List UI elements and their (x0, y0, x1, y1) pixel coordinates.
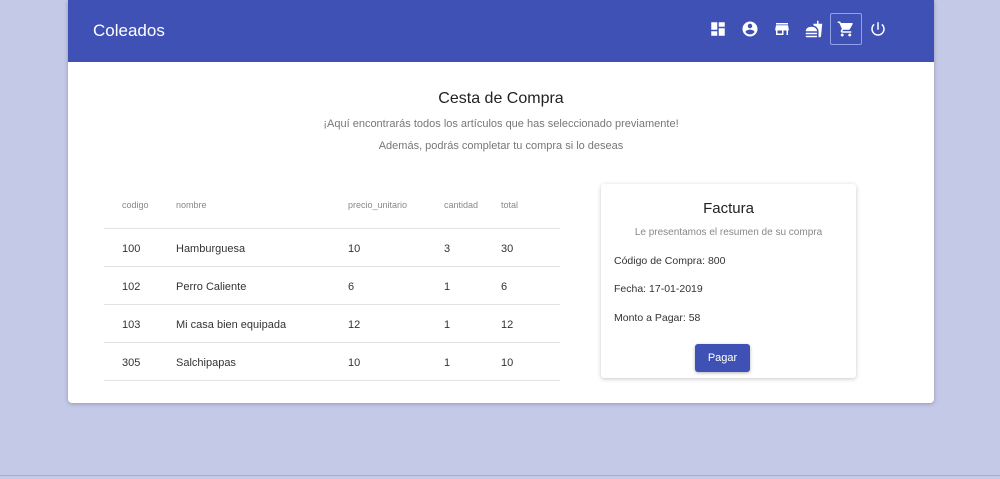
main-card: Coleados Cesta de Compra ¡Aquí encontrar… (68, 0, 934, 403)
page-subtitle: ¡Aquí encontrarás todos los artículos qu… (323, 118, 679, 130)
cell-precio: 10 (348, 243, 361, 255)
column-header-precio: precio_unitario (348, 200, 408, 210)
cell-codigo: 102 (122, 281, 141, 293)
cell-codigo: 100 (122, 243, 141, 255)
dashboard-icon[interactable] (702, 13, 734, 45)
cell-nombre: Perro Caliente (176, 281, 247, 293)
column-header-cantidad: cantidad (444, 200, 479, 210)
table-row: 100 Hamburguesa 10 3 30 (104, 229, 560, 267)
table-row: 103 Mi casa bien equipada 12 1 12 (104, 305, 560, 343)
table-row: 305 Salchipapas 10 1 10 (104, 343, 560, 381)
brand-title[interactable]: Coleados (93, 21, 165, 41)
cell-cantidad: 1 (444, 357, 451, 369)
cell-total: 12 (501, 319, 514, 331)
pay-button[interactable]: Pagar (695, 344, 750, 372)
cell-codigo: 305 (122, 357, 141, 369)
cart-icon[interactable] (830, 13, 862, 45)
fastfood-icon[interactable] (798, 13, 830, 45)
cell-cantidad: 3 (444, 243, 451, 255)
cell-nombre: Hamburguesa (176, 243, 246, 255)
invoice-title: Factura (703, 200, 754, 217)
column-header-nombre: nombre (176, 200, 207, 210)
invoice-subtitle: Le presentamos el resumen de su compra (634, 227, 823, 238)
account-icon[interactable] (734, 13, 766, 45)
cell-total: 10 (501, 357, 514, 369)
toolbar-icons (702, 13, 894, 47)
cell-nombre: Salchipapas (176, 357, 236, 369)
cell-precio: 12 (348, 319, 361, 331)
cell-total: 30 (501, 243, 514, 255)
page-subtitle-2: Además, podrás completar tu compra si lo… (378, 140, 624, 152)
invoice-code: Código de Compra: 800 (614, 255, 726, 267)
store-icon[interactable] (766, 13, 798, 45)
invoice-card: Factura Le presentamos el resumen de su … (601, 184, 856, 378)
cell-cantidad: 1 (444, 319, 451, 331)
invoice-amount: Monto a Pagar: 58 (614, 312, 701, 324)
bottom-divider (0, 475, 1000, 476)
cell-precio: 10 (348, 357, 361, 369)
cell-cantidad: 1 (444, 281, 451, 293)
invoice-date: Fecha: 17-01-2019 (614, 283, 703, 295)
table-row: 102 Perro Caliente 6 1 6 (104, 267, 560, 305)
column-header-codigo: codigo (122, 200, 149, 210)
power-icon[interactable] (862, 13, 894, 45)
table-header-row: codigo nombre precio_unitario cantidad t… (104, 186, 560, 229)
cell-precio: 6 (348, 281, 355, 293)
column-header-total: total (501, 200, 519, 210)
cell-total: 6 (501, 281, 508, 293)
cell-codigo: 103 (122, 319, 141, 331)
cell-nombre: Mi casa bien equipada (176, 319, 287, 331)
cart-table: codigo nombre precio_unitario cantidad t… (104, 186, 560, 381)
top-toolbar: Coleados (68, 0, 934, 62)
page-title: Cesta de Compra (438, 90, 564, 107)
